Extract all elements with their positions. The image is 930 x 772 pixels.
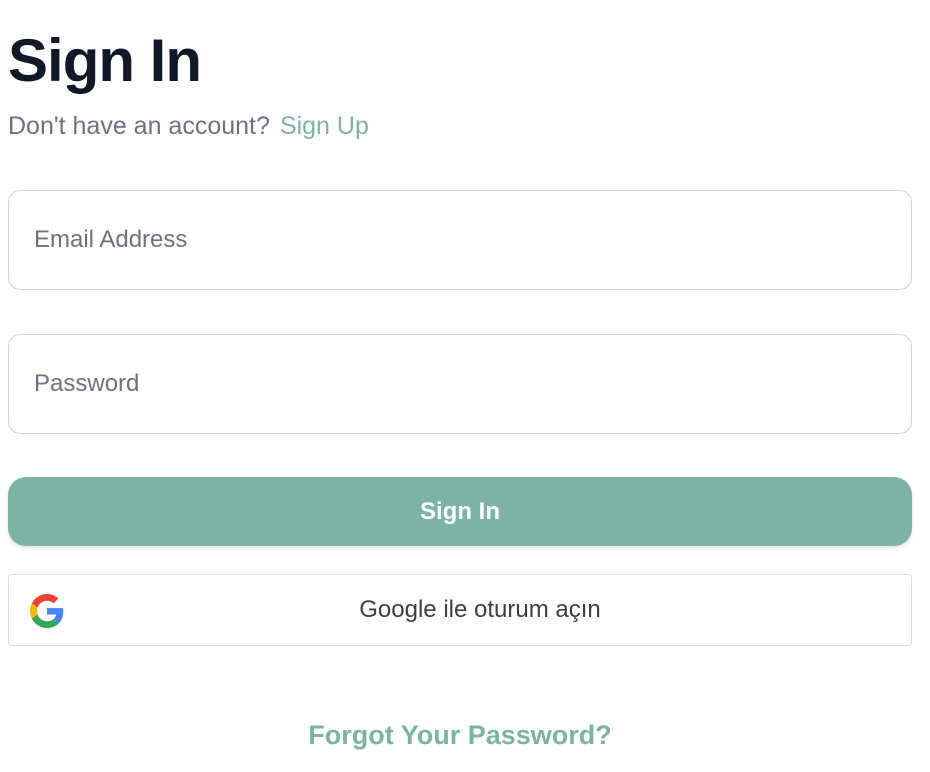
password-field[interactable]: [9, 335, 911, 433]
password-field-wrapper: [8, 334, 912, 434]
google-icon: [30, 594, 64, 628]
google-sign-in-label: Google ile oturum açın: [359, 596, 601, 623]
email-field-wrapper: [8, 190, 912, 290]
forgot-password-link[interactable]: Forgot Your Password?: [8, 716, 912, 754]
sign-in-button[interactable]: Sign In: [8, 477, 912, 546]
signup-prompt-text: Don't have an account?: [8, 112, 270, 140]
email-field[interactable]: [9, 191, 911, 289]
google-sign-in-button[interactable]: Google ile oturum açın: [8, 574, 912, 646]
page-title: Sign In: [8, 27, 202, 94]
signup-prompt: Don't have an account? Sign Up: [8, 110, 369, 142]
sign-up-link[interactable]: Sign Up: [280, 112, 369, 140]
